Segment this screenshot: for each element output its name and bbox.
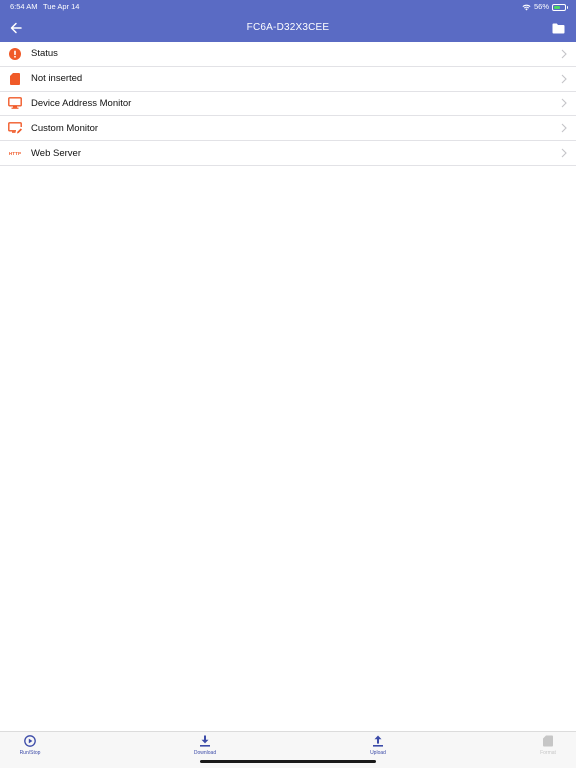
battery-icon	[552, 3, 568, 11]
status-indicators: 56%	[522, 0, 568, 14]
nav-bar: FC6A-D32X3CEE	[0, 14, 576, 42]
tab-label: Run/Stop	[19, 750, 41, 756]
monitor-edit-icon	[8, 121, 22, 135]
status-time: 6:54 AM	[10, 2, 38, 11]
menu-item-label: Web Server	[31, 147, 81, 159]
tab-format[interactable]: Format	[518, 735, 576, 761]
menu-item-label: Status	[31, 48, 58, 60]
folder-button[interactable]	[550, 20, 566, 36]
tab-upload[interactable]: Upload	[348, 735, 408, 761]
play-circle-icon	[24, 735, 36, 747]
home-indicator	[200, 760, 376, 763]
sd-card-icon	[8, 72, 22, 86]
menu-list: Status Not inserted Device Address Monit…	[0, 42, 576, 166]
download-icon	[200, 735, 210, 747]
arrow-left-icon	[10, 22, 22, 34]
menu-item-label: Not inserted	[31, 73, 83, 85]
chevron-right-icon	[561, 99, 567, 108]
menu-item-label: Custom Monitor	[31, 122, 99, 134]
menu-item-device-address-monitor[interactable]: Device Address Monitor	[0, 92, 576, 117]
status-date: Tue Apr 14	[43, 2, 80, 11]
menu-item-label: Device Address Monitor	[31, 97, 132, 109]
tab-label: Upload	[370, 750, 386, 756]
status-bar: 6:54 AM Tue Apr 14 56%	[0, 0, 576, 14]
chevron-right-icon	[561, 74, 567, 84]
tab-run-stop[interactable]: Run/Stop	[0, 735, 60, 761]
back-button[interactable]	[6, 18, 26, 38]
upload-icon	[373, 735, 383, 747]
battery-fill	[554, 5, 560, 9]
folder-icon	[552, 23, 564, 33]
header: 6:54 AM Tue Apr 14 56% FC6A-D32X3CEE	[0, 0, 576, 42]
menu-item-web-server[interactable]: HTTP Web Server	[0, 141, 576, 166]
menu-item-status[interactable]: Status	[0, 42, 576, 67]
tab-label: Download	[193, 750, 217, 756]
info-icon	[8, 47, 22, 61]
wifi-icon	[522, 4, 531, 10]
battery-percent: 56%	[533, 2, 549, 11]
chevron-right-icon	[561, 123, 567, 133]
menu-item-sd-card[interactable]: Not inserted	[0, 67, 576, 92]
menu-item-custom-monitor[interactable]: Custom Monitor	[0, 116, 576, 142]
monitor-icon	[8, 96, 22, 110]
page-title: FC6A-D32X3CEE	[246, 22, 330, 33]
tab-download[interactable]: Download	[175, 735, 235, 761]
chevron-right-icon	[561, 148, 567, 158]
tab-label: Format	[540, 750, 556, 756]
chevron-right-icon	[561, 49, 567, 59]
http-icon: HTTP	[8, 150, 22, 156]
sd-card-icon	[543, 735, 553, 747]
